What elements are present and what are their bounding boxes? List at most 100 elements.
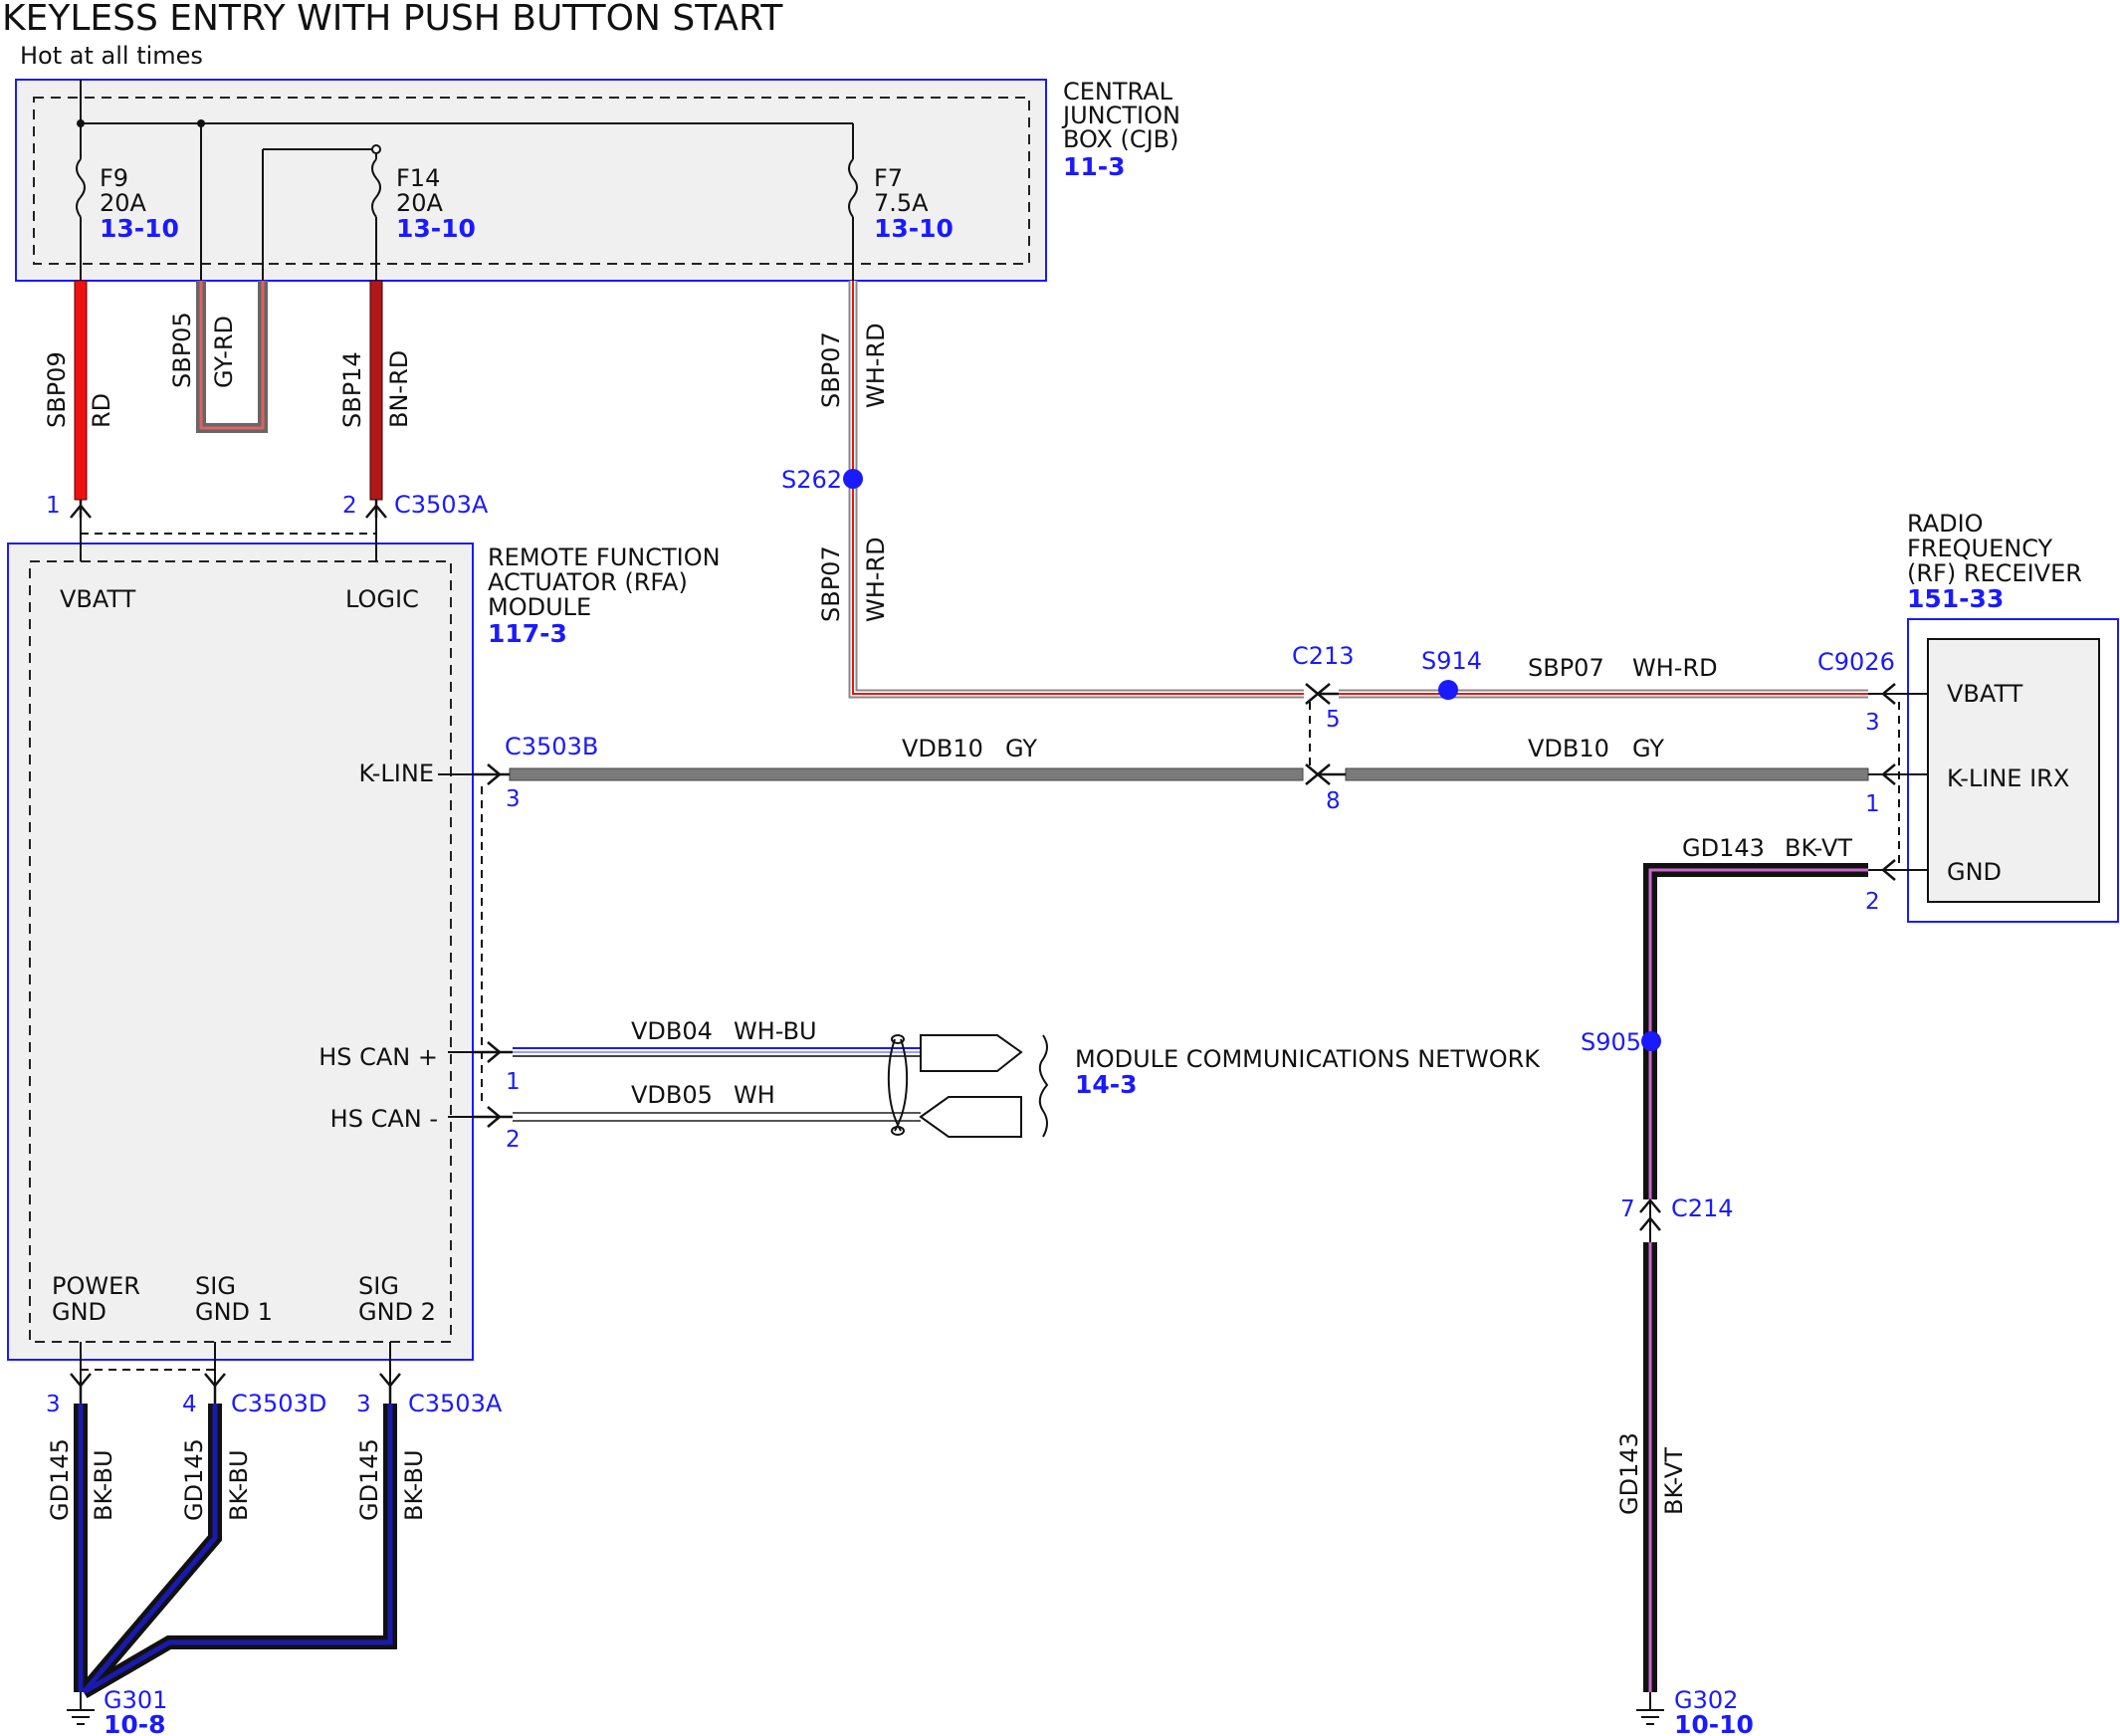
fuse-f7-name: F7 [874, 164, 903, 192]
rf-page-link[interactable]: 151-33 [1907, 584, 2004, 613]
c9026-label: C9026 [1817, 648, 1895, 676]
splice-s905[interactable] [1641, 1031, 1661, 1051]
wire-sbp09[interactable] [74, 280, 88, 501]
wire-gd145-a-color: BK-BU [90, 1449, 117, 1521]
wire-vdb10-a-color: GY [1005, 735, 1037, 762]
wire-gd145-b-circuit: GD145 [180, 1438, 208, 1521]
rf-name-line2: FREQUENCY [1907, 535, 2053, 562]
c3503a-top-label: C3503A [394, 491, 489, 519]
connector-c3503a-top[interactable] [70, 500, 387, 535]
connector-c214[interactable] [1639, 1198, 1661, 1242]
rfa-pin-power-gnd-line1: POWER [52, 1272, 140, 1300]
network-connector-minus-icon[interactable] [919, 1096, 1022, 1138]
c3503b-pin-3: 3 [506, 786, 521, 812]
c214-pin-7: 7 [1620, 1196, 1635, 1222]
rfa-pin-logic: LOGIC [345, 585, 419, 613]
wire-sbp14[interactable] [369, 280, 383, 501]
wire-vdb04-circuit: VDB04 [631, 1017, 713, 1045]
wire-sbp14-circuit: SBP14 [338, 351, 366, 428]
wire-sbp14-color: BN-RD [385, 350, 413, 428]
c3503b-pin-2: 2 [506, 1127, 521, 1153]
rfa-module-box[interactable] [7, 542, 474, 1361]
wire-vdb10-b[interactable] [1345, 767, 1869, 781]
hot-at-all-times-label: Hot at all times [20, 42, 203, 70]
cjb-page-link[interactable]: 11-3 [1063, 152, 1126, 181]
c3503a-pin-2: 2 [342, 493, 357, 519]
rf-pin-gnd: GND [1947, 858, 2002, 886]
c213-pin-5: 5 [1326, 707, 1341, 733]
c3503d-label: C3503D [231, 1390, 326, 1417]
fuse-f14-name: F14 [396, 164, 440, 192]
wire-sbp07-mid-color: WH-RD [862, 537, 890, 622]
wire-vdb10-a[interactable] [509, 767, 1304, 781]
ground-g302-icon [1636, 1692, 1664, 1725]
fuse-f9-name: F9 [100, 164, 128, 192]
wire-gd143-h-circuit: GD143 [1682, 834, 1765, 862]
rfa-pin-power-gnd-line2: GND [52, 1298, 106, 1326]
fuse-f14-page-link[interactable]: 13-10 [396, 214, 476, 243]
splice-s262-label: S262 [781, 466, 842, 494]
wire-gd145-a-circuit: GD145 [46, 1438, 74, 1521]
rfa-pin-sig-gnd1-line1: SIG [195, 1272, 236, 1300]
network-page-link[interactable]: 14-3 [1075, 1070, 1138, 1099]
rf-name-line3: (RF) RECEIVER [1907, 559, 2082, 587]
connector-c213[interactable] [1305, 683, 1346, 785]
c9026-pin-1: 1 [1865, 791, 1880, 817]
c3503d-pin-4: 4 [182, 1392, 197, 1417]
c3503b-label: C3503B [505, 733, 598, 760]
bus-junction-dot [371, 144, 381, 154]
wire-sbp05-color: GY-RD [210, 316, 238, 388]
wire-sbp07-h-color: WH-RD [1632, 654, 1718, 682]
wire-sbp05-circuit: SBP05 [168, 312, 196, 388]
rf-pin-vbatt: VBATT [1947, 680, 2023, 708]
wire-vdb05-circuit: VDB05 [631, 1081, 713, 1109]
bus-junction-dot [77, 119, 85, 127]
ground-g301-page-link[interactable]: 10-8 [104, 1710, 166, 1736]
wire-sbp07-mid-circuit: SBP07 [817, 545, 845, 622]
ground-g301-icon [67, 1692, 95, 1725]
wire-vdb04[interactable] [513, 1047, 921, 1057]
rf-pin-kline: K-LINE IRX [1947, 764, 2069, 792]
splice-s914-label: S914 [1421, 647, 1482, 675]
fuse-f9-page-link[interactable]: 13-10 [100, 214, 179, 243]
fuse-f7-page-link[interactable]: 13-10 [874, 214, 954, 243]
network-connector-plus-icon[interactable] [920, 1034, 1023, 1072]
wire-gd143-h-color: BK-VT [1785, 834, 1852, 862]
rfa-pin-hscan-minus: HS CAN - [330, 1105, 438, 1133]
fuse-f9-rating: 20A [100, 189, 147, 217]
wire-gd145-c-circuit: GD145 [355, 1438, 383, 1521]
wire-vdb05-color: WH [734, 1081, 775, 1109]
splice-s262[interactable] [843, 469, 863, 489]
rfa-page-link[interactable]: 117-3 [488, 619, 567, 648]
wire-gd145-c-color: BK-BU [400, 1449, 428, 1521]
wire-vdb04-color: WH-BU [734, 1017, 817, 1045]
wire-sbp07[interactable] [848, 281, 1868, 699]
rfa-name-line2: ACTUATOR (RFA) [488, 568, 688, 596]
wire-vdb10-b-circuit: VDB10 [1528, 735, 1609, 762]
wire-gd143[interactable] [1643, 863, 1868, 1692]
wire-sbp09-color: RD [88, 393, 115, 428]
wire-sbp09-circuit: SBP09 [43, 351, 71, 428]
splice-s905-label: S905 [1581, 1028, 1641, 1056]
wire-gd145[interactable] [74, 1404, 397, 1699]
splice-s914[interactable] [1438, 680, 1458, 700]
rf-name-line1: RADIO [1907, 510, 1984, 538]
rfa-pin-sig-gnd1-line2: GND 1 [195, 1298, 273, 1326]
rfa-name-line1: REMOTE FUNCTION [488, 543, 721, 571]
wire-sbp07-top-circuit: SBP07 [817, 331, 845, 408]
wire-vdb10-a-circuit: VDB10 [902, 735, 983, 762]
rfa-pin-sig-gnd2-line2: GND 2 [358, 1298, 436, 1326]
wire-vdb05[interactable] [513, 1112, 921, 1122]
wire-gd145-b-color: BK-BU [225, 1449, 253, 1521]
cjb-name-line3: BOX (CJB) [1063, 125, 1179, 153]
rfa-pin-sig-gnd2-line1: SIG [358, 1272, 399, 1300]
ground-g302-page-link[interactable]: 10-10 [1674, 1710, 1754, 1736]
network-brace-icon [1038, 1034, 1049, 1138]
c214-label: C214 [1671, 1194, 1734, 1222]
fuse-f14-rating: 20A [396, 189, 444, 217]
diagram-title: KEYLESS ENTRY WITH PUSH BUTTON START [2, 0, 783, 39]
wire-sbp07-top-color: WH-RD [862, 323, 890, 408]
wire-gd143-v-circuit: GD143 [1615, 1432, 1643, 1515]
fuse-f7-rating: 7.5A [874, 189, 929, 217]
c213-label: C213 [1292, 642, 1355, 670]
